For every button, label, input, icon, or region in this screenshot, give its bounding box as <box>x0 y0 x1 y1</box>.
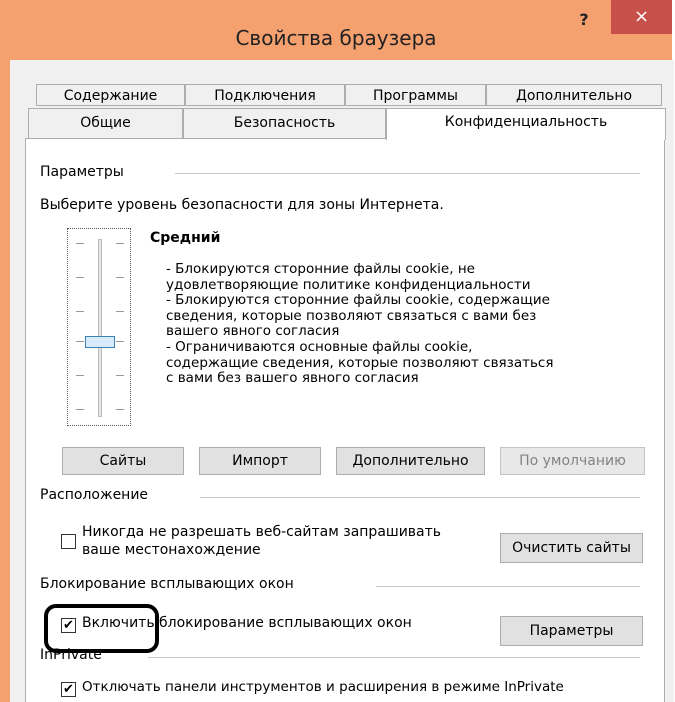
tab-privacy[interactable]: Конфиденциальность <box>386 108 666 140</box>
never-allow-location-label-2: ваше местонахождение <box>82 542 261 558</box>
privacy-level-slider[interactable] <box>67 228 131 426</box>
slider-track <box>98 239 102 417</box>
disable-toolbars-inprivate-checkbox[interactable]: ✔ <box>61 682 76 697</box>
params-section-label: Параметры <box>40 164 124 180</box>
slider-thumb[interactable] <box>85 336 115 348</box>
location-divider <box>200 497 640 498</box>
privacy-level-name: Средний <box>150 230 221 246</box>
tab-connections[interactable]: Подключения <box>185 84 345 106</box>
tab-content[interactable]: Содержание <box>36 84 185 106</box>
never-allow-location-label: Никогда не разрешать веб-сайтам запрашив… <box>82 524 442 540</box>
close-button[interactable]: × <box>611 0 672 34</box>
tab-advanced[interactable]: Дополнительно <box>486 84 662 106</box>
popup-divider <box>376 586 640 587</box>
disable-toolbars-inprivate-label: Отключать панели инструментов и расширен… <box>82 679 564 695</box>
location-section-label: Расположение <box>40 487 149 503</box>
default-button[interactable]: По умолчанию <box>500 447 645 475</box>
sites-button[interactable]: Сайты <box>62 447 184 475</box>
params-divider <box>175 173 640 174</box>
advanced-button[interactable]: Дополнительно <box>336 447 485 475</box>
import-button[interactable]: Импорт <box>199 447 321 475</box>
never-allow-location-checkbox[interactable] <box>61 534 76 549</box>
highlight-annotation <box>44 604 159 653</box>
privacy-level-description: - Блокируются сторонние файлы cookie, не… <box>166 261 554 387</box>
popup-settings-button[interactable]: Параметры <box>500 616 643 646</box>
help-button[interactable]: ? <box>569 6 599 34</box>
tab-programs[interactable]: Программы <box>345 84 486 106</box>
inprivate-section-label: InPrivate <box>40 647 102 663</box>
inprivate-divider <box>148 657 640 658</box>
clear-sites-button[interactable]: Очистить сайты <box>500 533 643 563</box>
tab-general[interactable]: Общие <box>28 108 183 139</box>
zone-instruction: Выберите уровень безопасности для зоны И… <box>40 197 444 213</box>
tab-security[interactable]: Безопасность <box>183 108 386 139</box>
popup-section-label: Блокирование всплывающих окон <box>40 576 294 592</box>
